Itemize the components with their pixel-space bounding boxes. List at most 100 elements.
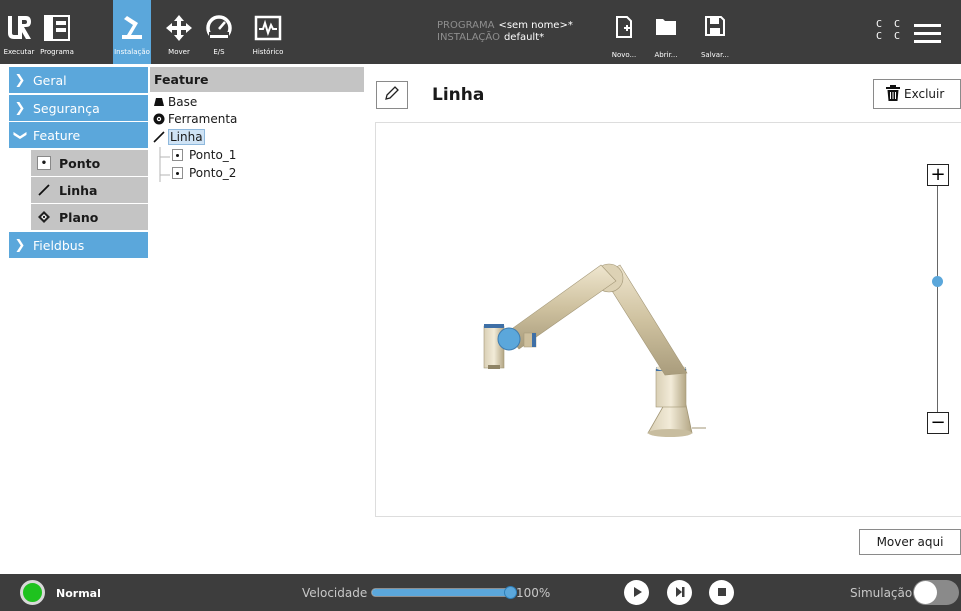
feature-detail-panel: Linha Excluir + − Mover aqui	[366, 67, 961, 570]
nav-item-label: Geral	[33, 72, 67, 88]
tab-instalacao[interactable]: Instalação	[113, 0, 151, 64]
point-icon	[171, 167, 183, 179]
nav-item-seguranca[interactable]: ❯ Segurança	[9, 95, 148, 121]
robot-arm-render	[483, 263, 706, 437]
nav-sub-label: Plano	[59, 209, 99, 225]
cc-bottom: C C	[876, 31, 904, 42]
tab-executar-label: Executar	[3, 48, 35, 56]
line-icon	[37, 183, 51, 197]
nav-sub-label: Linha	[59, 182, 98, 198]
move-here-button[interactable]: Mover aqui	[859, 529, 961, 555]
program-tree-icon	[37, 10, 77, 46]
play-button[interactable]	[624, 580, 649, 605]
tree-node-linha[interactable]: Linha	[153, 129, 205, 145]
new-button[interactable]: Novo...	[600, 8, 648, 64]
chevron-down-icon: ❯	[12, 129, 28, 141]
zoom-slider-handle[interactable]	[932, 275, 943, 287]
program-label: PROGRAMA	[437, 20, 495, 31]
feature-tree-panel: Feature Base Ferramenta Linha Ponto_1 Po…	[150, 67, 364, 570]
chevron-right-icon: ❯	[14, 72, 26, 88]
open-button-label: Abrir...	[654, 51, 678, 59]
folder-icon	[655, 16, 677, 52]
tree-node-label: Ferramenta	[168, 112, 238, 126]
tree-node-ponto-1[interactable]: Ponto_1	[171, 148, 236, 162]
installation-name: default*	[503, 32, 545, 43]
tab-mover-label: Mover	[168, 48, 190, 56]
new-file-icon	[615, 16, 633, 52]
zoom-in-button[interactable]: +	[927, 164, 949, 186]
new-button-label: Novo...	[611, 51, 637, 59]
simulation-toggle-knob	[914, 581, 937, 604]
nav-sub-linha[interactable]: Linha	[31, 177, 148, 203]
robot-status-text: Normal	[56, 587, 101, 600]
nav-sub-plano[interactable]: Plano	[31, 204, 148, 230]
feature-title: Linha	[432, 85, 485, 105]
stop-button[interactable]	[709, 580, 734, 605]
tab-programa[interactable]: Programa	[38, 0, 76, 64]
stop-icon	[716, 583, 728, 602]
pencil-icon	[384, 85, 400, 105]
chevron-right-icon: ❯	[14, 237, 26, 253]
nav-item-feature[interactable]: ❯ Feature	[9, 122, 148, 148]
tab-es[interactable]: E/S	[198, 0, 240, 64]
app-root: Executar Programa Instalação Mover E/S H…	[0, 0, 961, 611]
delete-button-label: Excluir	[904, 87, 945, 101]
chevron-right-icon: ❯	[14, 100, 26, 116]
tree-node-label: Ponto_2	[189, 166, 237, 180]
top-bar: Executar Programa Instalação Mover E/S H…	[0, 0, 961, 64]
nav-item-label: Segurança	[33, 100, 100, 116]
open-button[interactable]: Abrir...	[642, 8, 690, 64]
tab-historico[interactable]: Histórico	[245, 0, 291, 64]
tree-node-label: Linha	[168, 129, 205, 145]
nav-item-label: Fieldbus	[33, 237, 85, 253]
point-icon: •	[37, 156, 51, 170]
tree-node-label: Base	[168, 95, 198, 109]
program-name: <sem nome>*	[498, 20, 573, 31]
ur-logo-icon	[0, 10, 39, 46]
program-info: PROGRAMA <sem nome>* INSTALAÇÃO default*	[437, 20, 573, 44]
zoom-slider-track[interactable]	[937, 186, 938, 412]
rename-button[interactable]	[376, 81, 408, 109]
speed-slider-track[interactable]	[371, 588, 511, 597]
tab-programa-label: Programa	[40, 48, 74, 56]
nav-sub-ponto[interactable]: • Ponto	[31, 150, 148, 176]
tree-node-ferramenta[interactable]: Ferramenta	[153, 112, 237, 126]
point-icon	[171, 149, 183, 161]
tree-node-ponto-2[interactable]: Ponto_2	[171, 166, 236, 180]
robot-arm-icon	[112, 10, 152, 46]
status-led-icon[interactable]	[20, 580, 45, 605]
save-button[interactable]: Salvar...	[691, 8, 739, 64]
move-arrows-icon	[159, 10, 199, 46]
play-icon	[631, 583, 643, 602]
line-icon	[153, 131, 165, 143]
speed-value: 100%	[516, 586, 551, 600]
base-icon	[153, 96, 165, 108]
robot-3d-viewport[interactable]	[375, 122, 961, 517]
nav-item-geral[interactable]: ❯ Geral	[9, 67, 148, 93]
save-icon	[705, 16, 725, 52]
installation-label: INSTALAÇÃO	[437, 32, 500, 43]
log-chart-icon	[248, 10, 288, 46]
tab-executar[interactable]: Executar	[0, 0, 38, 64]
installation-nav: ❯ Geral ❯ Segurança ❯ Feature • Ponto Li…	[9, 67, 148, 570]
tree-node-base[interactable]: Base	[153, 95, 197, 109]
zoom-out-button[interactable]: −	[927, 412, 949, 434]
tree-node-label: Ponto_1	[189, 148, 237, 162]
step-button[interactable]	[667, 580, 692, 605]
nav-item-label: Feature	[33, 127, 81, 143]
cc-top: C C	[876, 19, 904, 30]
nav-item-fieldbus[interactable]: ❯ Fieldbus	[9, 232, 148, 258]
tab-historico-label: Histórico	[252, 48, 284, 56]
tab-instalacao-label: Instalação	[114, 48, 150, 56]
bottom-bar: Normal Velocidade 100% Simulação	[0, 574, 961, 611]
simulation-toggle[interactable]	[913, 580, 959, 605]
tool-icon	[153, 113, 165, 125]
save-button-label: Salvar...	[700, 51, 730, 59]
speed-slider-fill	[372, 589, 510, 596]
simulation-label: Simulação	[850, 586, 913, 600]
hamburger-menu-icon[interactable]	[914, 24, 941, 44]
delete-button[interactable]: Excluir	[873, 79, 961, 109]
trash-icon	[886, 84, 900, 104]
tab-mover[interactable]: Mover	[160, 0, 198, 64]
speed-label: Velocidade	[302, 586, 368, 600]
